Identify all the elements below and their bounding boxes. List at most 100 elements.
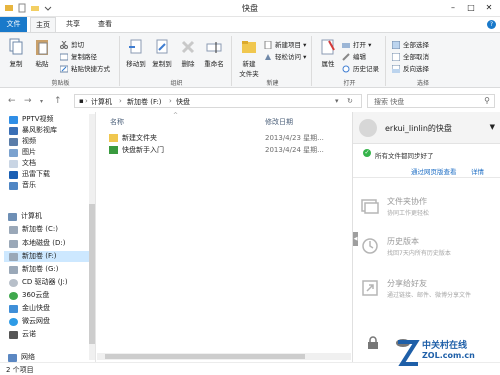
paste-shortcut-button[interactable]: 粘贴快捷方式 <box>59 64 110 74</box>
nav-item-xunlei[interactable]: 迅雷下载 <box>9 169 50 180</box>
search-input[interactable]: 搜索 快盘 ⚲ <box>367 94 495 108</box>
chevron-down-icon[interactable]: ▼ <box>490 123 495 131</box>
back-button[interactable]: ← <box>8 96 16 106</box>
nav-item-videos[interactable]: 视频 <box>9 136 36 147</box>
nav-item-drive-c[interactable]: 新加卷 (C:) <box>9 224 58 235</box>
clipboard-label: 剪贴板 <box>51 80 70 87</box>
breadcrumb-drive[interactable]: 新加卷 (F:) <box>127 97 162 107</box>
nav-item-pictures[interactable]: 图片 <box>9 147 36 158</box>
tab-home[interactable]: 主页 <box>30 17 56 32</box>
copy-button[interactable]: 复制 <box>4 38 28 68</box>
forward-button[interactable]: → <box>24 96 32 106</box>
delete-icon <box>180 38 196 56</box>
file-row[interactable]: 快盘新手入门 2013/4/24 星期... <box>109 144 349 156</box>
nav-item-baofeng[interactable]: 暴风影视库 <box>9 125 57 136</box>
horizontal-scrollbar-thumb[interactable] <box>105 354 305 359</box>
file-row[interactable]: 新建文件夹 2013/4/23 星期... <box>109 132 349 144</box>
rename-icon <box>206 38 222 56</box>
close-button[interactable]: ✕ <box>481 2 497 14</box>
move-to-button[interactable]: 移动到 <box>124 38 148 68</box>
easy-access-icon <box>264 53 272 61</box>
collapse-panel-button[interactable]: ◀ <box>353 232 358 246</box>
minimize-button[interactable]: – <box>445 2 461 14</box>
sync-status: 所有文件都同步好了 <box>375 152 434 160</box>
column-header-name[interactable]: 名称 <box>110 117 124 127</box>
nav-item-pptv[interactable]: PPTV视频 <box>9 114 54 125</box>
tab-share[interactable]: 共享 <box>60 17 86 32</box>
nav-item-computer[interactable]: 计算机 <box>8 211 42 222</box>
easy-access-button[interactable]: 轻松访问 ▾ <box>264 52 306 62</box>
new-item-button[interactable]: 新建项目 ▾ <box>264 40 306 50</box>
feature-folder-collab[interactable]: 文件夹协作 协同工作更轻松 <box>361 194 497 228</box>
nav-scrollbar-thumb[interactable] <box>89 204 95 344</box>
shortcut-icon <box>59 65 69 73</box>
history-button[interactable]: 历史记录 <box>342 64 379 74</box>
search-icon[interactable]: ⚲ <box>484 96 490 105</box>
tab-view[interactable]: 查看 <box>92 17 118 32</box>
up-button[interactable]: ↑ <box>54 96 62 106</box>
nav-item-weiyun[interactable]: 微云网盘 <box>9 316 50 327</box>
copy-icon <box>8 38 24 56</box>
cloud-drive-icon <box>9 292 18 300</box>
feature-share[interactable]: 分享给好友 通过链接、邮件、微博分享文件 <box>361 276 497 310</box>
help-icon[interactable]: ? <box>487 20 496 29</box>
maximize-button[interactable]: □ <box>463 2 479 14</box>
edit-button[interactable]: 编辑 <box>342 52 366 62</box>
nav-item-yunnuo[interactable]: 云诺 <box>9 329 36 340</box>
nav-item-jinshan[interactable]: 金山快盘 <box>9 303 50 314</box>
properties-button[interactable]: 属性 <box>316 38 340 68</box>
select-all-button[interactable]: 全部选择 <box>391 40 429 50</box>
select-none-button[interactable]: 全部取消 <box>391 52 429 62</box>
nav-item-cd-drive[interactable]: CD 驱动器 (J:) <box>9 277 68 288</box>
paste-button[interactable]: 粘贴 <box>30 38 54 68</box>
invert-selection-button[interactable]: 反向选择 <box>391 64 429 74</box>
watermark-brand: 中关村在线 <box>422 341 468 351</box>
address-row: ← → ▾ ↑ ▪ › 计算机 › 新加卷 (F:) › 快盘 ▾ ↻ 搜索 快… <box>0 90 500 112</box>
organize-label: 组织 <box>170 80 183 87</box>
column-header-date[interactable]: 修改日期 <box>265 117 293 127</box>
scissors-icon <box>60 40 68 49</box>
new-folder-button[interactable]: 新建 文件夹 <box>236 38 262 78</box>
drive-icon <box>9 240 18 248</box>
sort-caret-icon: ^ <box>173 112 179 119</box>
avatar[interactable] <box>359 119 377 137</box>
delete-button[interactable]: 删除 <box>176 38 200 68</box>
select-label: 选择 <box>416 80 429 87</box>
organize-group: 移动到 复制到 删除 重命名 组织 <box>122 36 232 87</box>
file-list: ^ 名称 修改日期 新建文件夹 2013/4/23 星期... 快盘新手入门 2… <box>97 112 351 362</box>
cut-button[interactable]: 剪切 <box>60 40 84 50</box>
refresh-icon[interactable]: ↻ <box>347 97 353 105</box>
feature-history[interactable]: 历史版本 找回7天内所有历史版本 <box>361 234 497 268</box>
tab-file[interactable]: 文件 <box>0 17 27 32</box>
item-count: 2 个项目 <box>6 366 34 374</box>
copy-path-button[interactable]: 复制路径 <box>59 52 97 62</box>
nav-item-drive-f[interactable]: 新加卷 (F:) <box>4 251 90 262</box>
watermark-site: ZOL.com.cn <box>422 351 475 360</box>
breadcrumb-computer[interactable]: 计算机 <box>91 97 112 107</box>
nav-item-music[interactable]: 音乐 <box>9 180 36 191</box>
nav-item-drive-g[interactable]: 新加卷 (G:) <box>9 264 58 275</box>
nav-item-360[interactable]: 360云盘 <box>9 290 49 301</box>
rename-button[interactable]: 重命名 <box>202 38 226 68</box>
title-bar: 快盘 – □ ✕ <box>0 0 500 17</box>
nav-scrollbar[interactable] <box>89 114 95 360</box>
open-button[interactable]: 打开 ▾ <box>342 40 371 50</box>
drive-icon <box>9 266 18 274</box>
panel-username[interactable]: erkui_linlin的快盘 <box>385 123 452 134</box>
clipboard-group: 复制 粘贴 剪切 复制路径 粘贴快捷方式 剪贴板 <box>2 36 120 87</box>
chevron-right-icon: › <box>119 97 122 105</box>
breadcrumb-kuaipan[interactable]: 快盘 <box>176 97 190 107</box>
nav-item-documents[interactable]: 文档 <box>9 158 36 169</box>
select-none-icon <box>391 52 401 62</box>
search-placeholder: 搜索 快盘 <box>374 98 405 106</box>
nav-item-drive-d[interactable]: 本地磁盘 (D:) <box>9 238 65 249</box>
copy-to-button[interactable]: 复制到 <box>150 38 174 68</box>
recent-locations-button[interactable]: ▾ <box>40 98 43 105</box>
horizontal-scrollbar[interactable] <box>97 353 351 360</box>
view-web-link[interactable]: 通过网页版查看 <box>411 166 457 176</box>
copy-to-icon <box>154 38 170 56</box>
details-link[interactable]: 详情 <box>471 166 484 176</box>
lock-icon[interactable] <box>367 336 379 352</box>
address-bar[interactable]: ▪ › 计算机 › 新加卷 (F:) › 快盘 ▾ ↻ <box>74 94 362 108</box>
chevron-down-icon[interactable]: ▾ <box>335 97 339 105</box>
